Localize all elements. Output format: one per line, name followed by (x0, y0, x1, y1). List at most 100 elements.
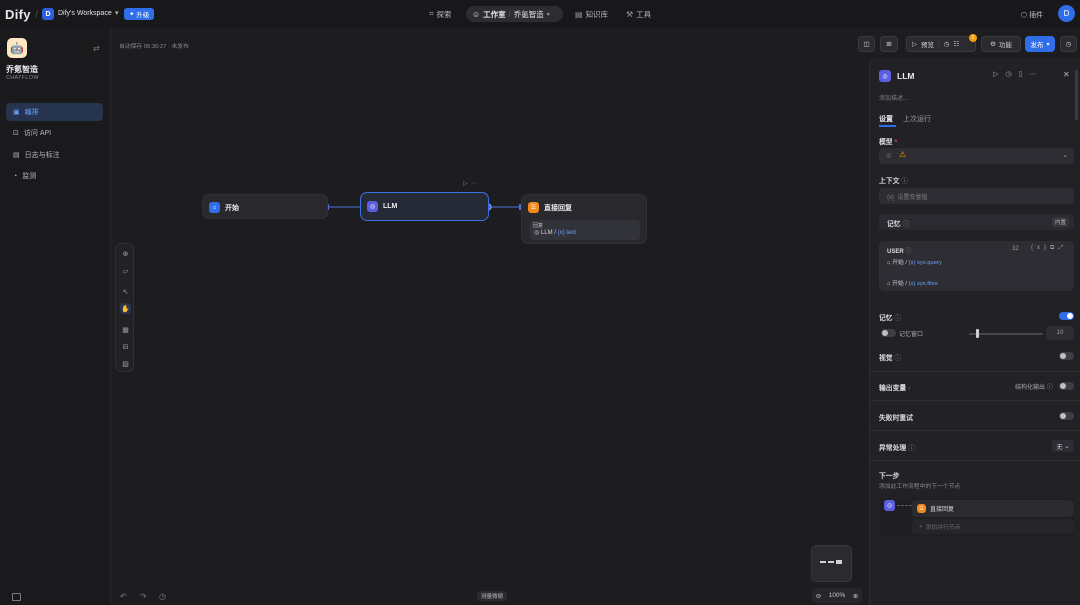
memory-row: 记忆 ⓘ 内置 (879, 214, 1074, 230)
variable-ref: ◎ LLM / {x} text (534, 230, 576, 236)
more-icon[interactable]: ⋯ (1029, 70, 1036, 78)
note-icon[interactable]: ▱ (120, 265, 131, 276)
image-icon[interactable]: ▨ (120, 358, 131, 369)
sidebar-item-api[interactable]: ⊡ 访问 API (6, 124, 103, 142)
node-hover-actions[interactable]: ▷ ⋯ (463, 180, 477, 187)
hand-icon[interactable]: ✋ (120, 303, 131, 314)
docs-icon[interactable]: ▯ (1019, 70, 1023, 78)
checklist-badge: 1 (969, 34, 977, 42)
memory-window-label: 记忆窗口 (899, 332, 924, 338)
variable-icon[interactable]: {x} (1031, 245, 1050, 251)
upgrade-button[interactable]: ✦ 升级 (124, 8, 155, 20)
wrench-icon: ⚒ (626, 9, 634, 19)
sidebar-item-monitor[interactable]: ◔ 监测 (6, 167, 103, 185)
layout-icon[interactable]: ▦ (120, 324, 131, 335)
prompt-variable: ⌂ 开始 / {x} sys.query (887, 260, 942, 266)
app-icon: 🤖 (7, 38, 27, 58)
divider (870, 400, 1080, 401)
next-node-answer[interactable]: ☰ 直接回复 (912, 500, 1074, 517)
node-llm[interactable]: ◎ LLM (360, 192, 489, 221)
version-history-icon[interactable]: ◷ (159, 592, 166, 601)
panel-scrollbar[interactable] (1075, 70, 1078, 120)
message-icon: ☰ (917, 504, 926, 513)
tab-last-run[interactable]: 上次运行 (903, 114, 931, 124)
swap-icon[interactable]: ⇄ (93, 44, 100, 53)
retry-toggle[interactable] (1059, 412, 1074, 420)
preview-button[interactable]: 预览 (921, 39, 934, 49)
sidebar-toggle-icon[interactable] (12, 593, 21, 601)
panel-title[interactable]: LLM (897, 71, 914, 81)
workspace-name[interactable]: Dify's Workspace (58, 10, 112, 17)
help-icon: ⓘ (901, 178, 909, 185)
history-icon[interactable]: ◷ (944, 40, 950, 48)
undo-icon[interactable]: ↶ (120, 592, 127, 601)
node-answer[interactable]: ☰ 直接回复 回复 ◎ LLM / {x} text (521, 194, 647, 244)
more-icon[interactable]: ⋯ (471, 181, 477, 187)
model-select[interactable]: ◎ ⚠ ⌄ (879, 148, 1074, 164)
description-input[interactable]: 添加描述... (879, 93, 908, 102)
close-icon[interactable]: ✕ (1063, 70, 1070, 79)
tab-indicator (879, 125, 896, 127)
node-start[interactable]: ⌂ 开始 (202, 194, 328, 219)
pointer-icon[interactable]: ↖ (120, 286, 131, 297)
workspace-avatar[interactable]: D (42, 8, 54, 20)
prompt-editor[interactable]: USER ⓘ 32 {x}⧉⤢ ⌂ 开始 / {x} sys.query ⌂ 开… (879, 241, 1074, 291)
publish-button[interactable]: 发布 ▾ (1025, 36, 1055, 52)
memory-toggle[interactable] (1059, 312, 1074, 320)
chevron-right-icon[interactable]: › (908, 385, 910, 392)
memory-window-slider[interactable] (969, 333, 1043, 335)
nav-tools[interactable]: ⚒ 工具 (626, 6, 651, 22)
sidebar-item-orchestrate[interactable]: ▣ 编排 (6, 103, 103, 121)
plugins-button[interactable]: ⬡ 插件 (1021, 10, 1043, 20)
user-avatar[interactable]: D (1058, 5, 1075, 22)
nav-knowledge[interactable]: ▤ 知识库 (575, 6, 608, 22)
help-icon[interactable]: ◷ (1005, 70, 1011, 78)
sidebar-item-logs[interactable]: ▤ 日志与标注 (6, 146, 103, 164)
tab-settings[interactable]: 设置 (879, 114, 893, 124)
minimap-node (820, 561, 826, 563)
chevron-down-icon: ⌄ (1064, 443, 1070, 450)
add-parallel-node[interactable]: + 添加并行节点 (912, 519, 1074, 534)
slider-handle[interactable] (976, 329, 979, 338)
app-breadcrumb[interactable]: 乔氪智造 (514, 9, 544, 20)
connector-line (897, 505, 912, 506)
zoom-control: ⊖ 100% ⊕ (812, 588, 862, 603)
expand-icon[interactable]: ⤢ (1058, 245, 1067, 251)
add-node-icon[interactable]: ⊕ (120, 248, 131, 259)
error-handling-select[interactable]: 无 ⌄ (1052, 440, 1074, 452)
zoom-level[interactable]: 100% (829, 592, 846, 599)
model-icon: ◎ (886, 153, 892, 159)
play-icon[interactable]: ▷ (993, 70, 998, 78)
vision-toggle[interactable] (1059, 352, 1074, 360)
checklist-icon[interactable]: ☷ (953, 40, 959, 48)
nav-explore[interactable]: ⌗ 探索 (429, 6, 452, 22)
zoom-out-icon[interactable]: ⊖ (816, 592, 821, 600)
features-button[interactable]: ⚙ 功能 (981, 36, 1021, 52)
workflow-canvas[interactable]: 自动保存 05:36:27 · 未发布 ⌂ 开始 ▷ ⋯ ◎ LLM ☰ 直接回… (111, 28, 869, 605)
help-icon: ⓘ (894, 315, 902, 322)
zoom-in-icon[interactable]: ⊕ (853, 592, 858, 600)
chevron-down-icon[interactable]: ▾ (547, 11, 550, 18)
play-icon[interactable]: ▷ (463, 181, 468, 187)
help-icon: ⓘ (1046, 385, 1053, 391)
file-text-icon: ▤ (13, 152, 20, 159)
dashboard-icon: ◔ (13, 172, 18, 180)
memory-window-toggle[interactable] (881, 329, 896, 337)
collapse-icon: ◫ (863, 41, 870, 48)
context-select[interactable]: {x} 设置变量值 (879, 188, 1074, 204)
plus-icon: + (919, 523, 926, 530)
organize-icon[interactable]: ⊟ (120, 341, 131, 352)
nav-studio[interactable]: ☺ 工作室 / 乔氪智造 ▾ (466, 6, 563, 22)
redo-icon[interactable]: ↷ (140, 592, 147, 601)
minimap[interactable] (811, 545, 852, 582)
memory-window-value[interactable]: 10 (1046, 326, 1074, 340)
sidebar-collapse-button[interactable]: ◫ (858, 36, 875, 52)
play-icon[interactable]: ▷ (912, 40, 917, 48)
terminal-icon: ⊡ (13, 130, 19, 137)
structured-output-toggle[interactable] (1059, 382, 1074, 390)
history-button[interactable]: ◷ (1060, 36, 1077, 52)
help-icon: ⓘ (894, 355, 902, 362)
chevron-down-icon[interactable]: ▾ (115, 9, 119, 17)
env-vars-button[interactable]: ⊞ (880, 36, 898, 52)
dify-logo[interactable]: Dify (5, 7, 31, 22)
